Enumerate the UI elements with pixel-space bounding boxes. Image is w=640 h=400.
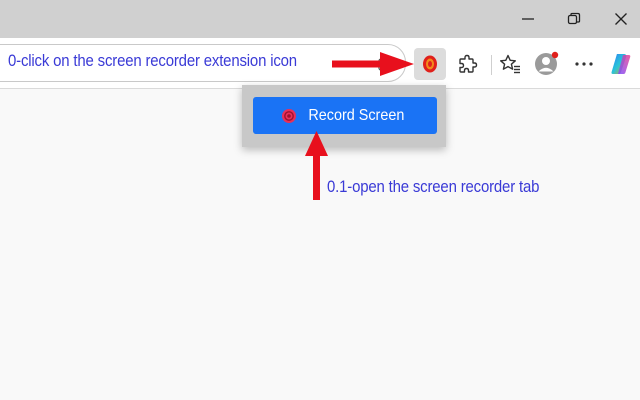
- arrow-to-extension-icon: [332, 52, 414, 76]
- arrow-to-record-button: [305, 131, 328, 200]
- annotation-arrows: [305, 52, 414, 200]
